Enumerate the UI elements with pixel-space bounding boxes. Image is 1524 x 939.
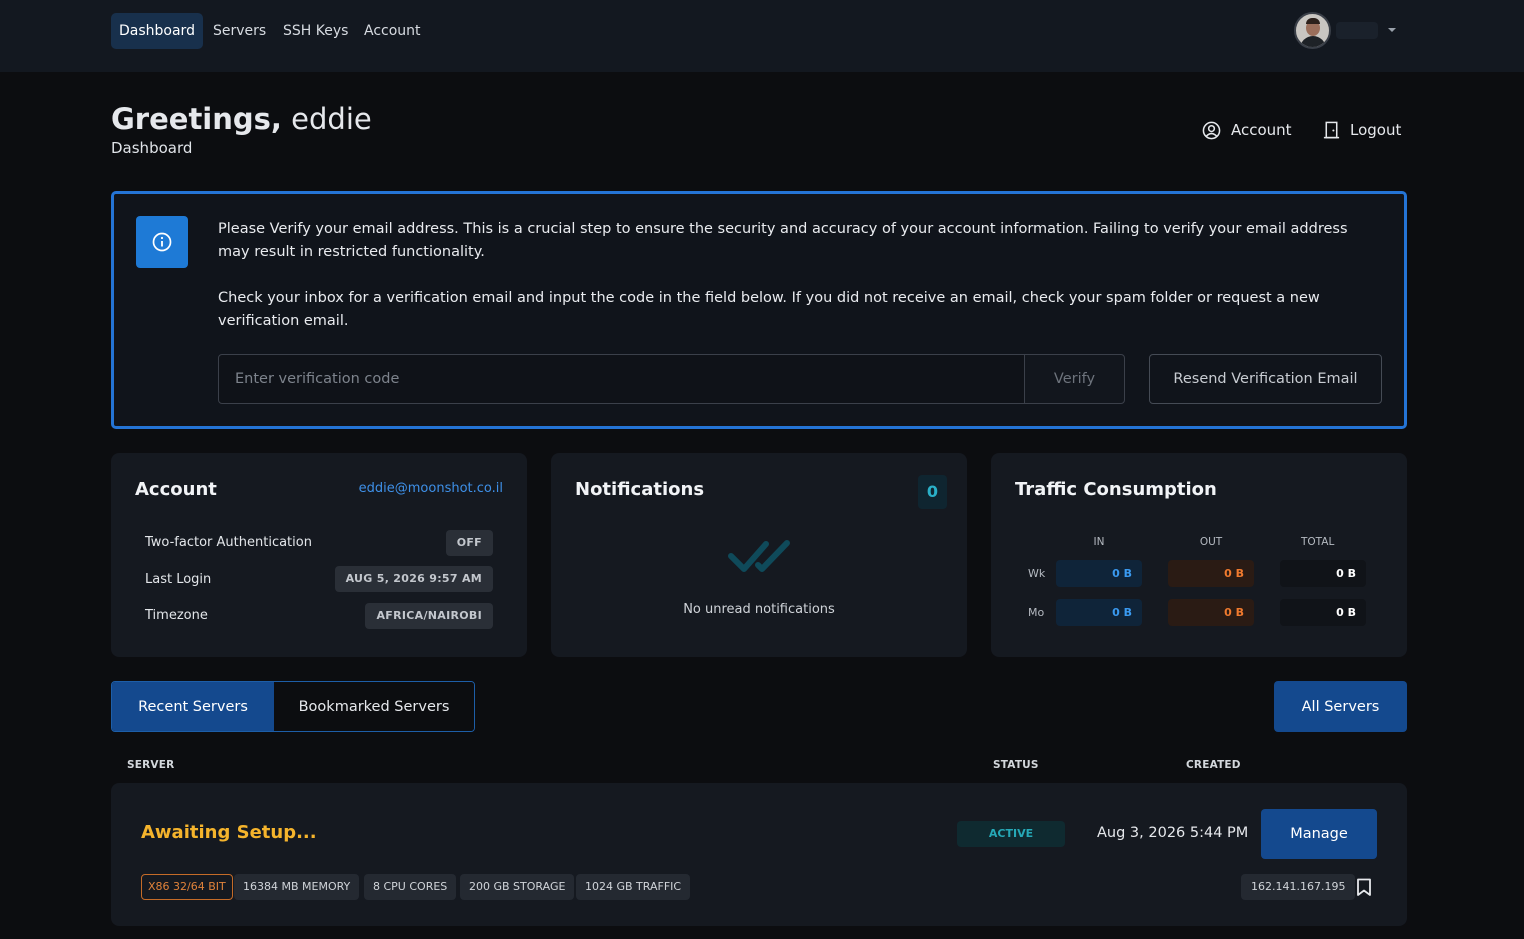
last-login-badge: AUG 5, 2026 9:57 AM — [334, 566, 493, 592]
manage-server-button[interactable]: Manage — [1261, 809, 1377, 859]
info-icon — [136, 216, 188, 268]
notifications-card-title: Notifications — [575, 479, 705, 500]
tab-bookmarked-servers[interactable]: Bookmarked Servers — [274, 682, 474, 731]
top-navbar: Dashboard Servers SSH Keys Account — [0, 0, 1524, 72]
chevron-down-icon[interactable] — [1388, 28, 1396, 32]
account-email-link[interactable]: eddie@moonshot.co.il — [359, 481, 503, 496]
two-factor-status-badge: OFF — [445, 530, 493, 556]
server-ip-badge: 162.141.167.195 — [1241, 874, 1356, 900]
user-name-redacted[interactable] — [1336, 22, 1378, 39]
account-card-title: Account — [135, 479, 217, 500]
server-name[interactable]: Awaiting Setup... — [141, 822, 317, 843]
greeting-username: eddie — [291, 102, 372, 136]
server-storage-badge: 200 GB STORAGE — [460, 874, 575, 900]
column-header-created: CREATED — [1186, 759, 1241, 771]
server-traffic-badge: 1024 GB TRAFFIC — [576, 874, 691, 900]
traffic-card-title: Traffic Consumption — [1015, 479, 1217, 500]
nav-servers[interactable]: Servers — [213, 13, 266, 49]
traffic-month-in: 0 B — [1056, 599, 1142, 626]
avatar-hair-shape — [1306, 18, 1320, 24]
header-logout-label: Logout — [1350, 121, 1402, 139]
server-tabs: Recent Servers Bookmarked Servers — [111, 681, 475, 732]
traffic-row-month-label: Mo — [1028, 606, 1045, 619]
nav-ssh-keys[interactable]: SSH Keys — [283, 13, 348, 49]
notifications-empty-text: No unread notifications — [683, 602, 835, 617]
server-cpu-badge: 8 CPU CORES — [364, 874, 457, 900]
user-avatar[interactable] — [1294, 12, 1331, 49]
traffic-header-total: TOTAL — [1301, 536, 1335, 548]
status-badge: ACTIVE — [957, 821, 1065, 847]
notifications-count-badge: 0 — [918, 475, 947, 509]
greeting-label: Greetings, — [111, 102, 282, 136]
email-verification-alert: Please Verify your email address. This i… — [111, 191, 1407, 429]
header-account-label: Account — [1231, 121, 1292, 139]
user-circle-icon — [1202, 121, 1221, 139]
timezone-label: Timezone — [145, 608, 208, 623]
header-account-link[interactable]: Account — [1202, 118, 1292, 142]
two-factor-label: Two-factor Authentication — [145, 535, 312, 550]
double-check-icon — [728, 540, 790, 572]
traffic-month-out: 0 B — [1168, 599, 1254, 626]
page-greeting: Greetings, eddie — [111, 100, 372, 138]
traffic-row-week-label: Wk — [1028, 567, 1046, 580]
account-card: Account eddie@moonshot.co.il Two-factor … — [111, 453, 527, 657]
server-created-date: Aug 3, 2026 5:44 PM — [1097, 825, 1249, 841]
verify-button[interactable]: Verify — [1024, 354, 1125, 404]
traffic-header-in: IN — [1093, 536, 1105, 548]
last-login-label: Last Login — [145, 572, 212, 587]
nav-account[interactable]: Account — [364, 13, 421, 49]
server-row: Awaiting Setup... ACTIVE Aug 3, 2026 5:4… — [111, 783, 1407, 926]
traffic-week-in: 0 B — [1056, 560, 1142, 587]
traffic-week-total: 0 B — [1280, 560, 1366, 587]
all-servers-button[interactable]: All Servers — [1274, 681, 1407, 732]
server-arch-badge: X86 32/64 BIT — [141, 874, 233, 900]
verification-code-input[interactable] — [218, 354, 1025, 404]
server-memory-badge: 16384 MB MEMORY — [234, 874, 360, 900]
avatar-body-shape — [1300, 36, 1326, 47]
nav-dashboard[interactable]: Dashboard — [111, 13, 203, 49]
traffic-card: Traffic Consumption IN OUT TOTAL Wk 0 B … — [991, 453, 1407, 657]
column-header-server: SERVER — [127, 759, 175, 771]
resend-verification-button[interactable]: Resend Verification Email — [1149, 354, 1382, 404]
notifications-card: Notifications 0 No unread notifications — [551, 453, 967, 657]
traffic-month-total: 0 B — [1280, 599, 1366, 626]
header-logout-link[interactable]: Logout — [1323, 118, 1401, 142]
traffic-week-out: 0 B — [1168, 560, 1254, 587]
column-header-status: STATUS — [993, 759, 1039, 771]
traffic-header-out: OUT — [1199, 536, 1223, 548]
tab-recent-servers[interactable]: Recent Servers — [112, 682, 274, 731]
timezone-badge: AFRICA/NAIROBI — [365, 603, 493, 629]
breadcrumb: Dashboard — [111, 139, 193, 157]
door-icon — [1323, 121, 1340, 138]
alert-paragraph-1: Please Verify your email address. This i… — [218, 221, 1348, 260]
alert-paragraph-2: Check your inbox for a verification emai… — [218, 290, 1320, 329]
bookmark-icon[interactable] — [1356, 878, 1372, 897]
